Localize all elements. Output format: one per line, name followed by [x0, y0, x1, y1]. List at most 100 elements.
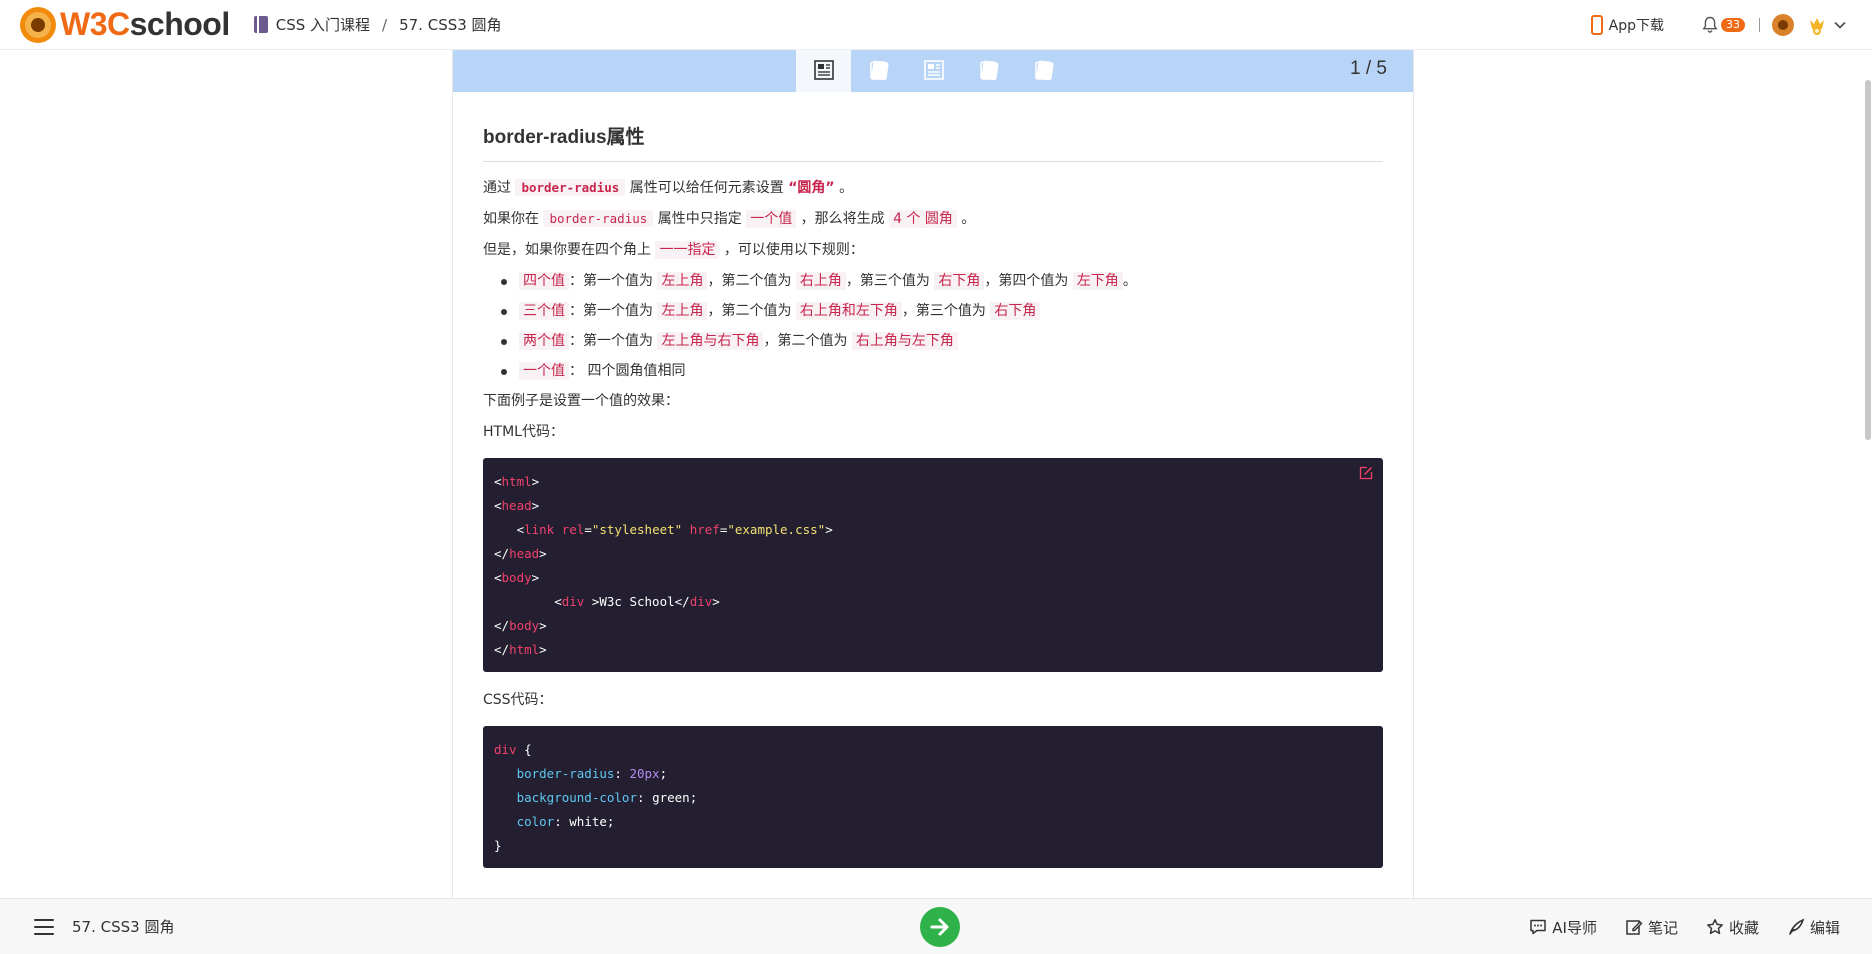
highlight-text: 左下角 — [1072, 272, 1123, 290]
quiz-card-icon: ? — [979, 60, 998, 81]
code-line: } — [494, 838, 502, 853]
highlight-text: 一个值 — [519, 362, 569, 380]
code-attr: href — [689, 522, 720, 537]
step-tab-5-quiz[interactable]: ? — [1016, 48, 1071, 92]
code-line: background-color: green; — [516, 790, 698, 805]
favorite-label: 收藏 — [1728, 918, 1759, 937]
text: ，第二个值为 — [707, 303, 792, 319]
code-line: </head> — [494, 546, 547, 561]
scrollbar-thumb[interactable] — [1865, 80, 1871, 440]
notifications-button[interactable]: 33 — [1702, 16, 1745, 34]
svg-text:?: ? — [875, 67, 880, 78]
breadcrumb-lesson: 57. CSS3 圆角 — [399, 16, 502, 34]
code-tag: link — [524, 522, 555, 537]
list-item: 四个值 ：第一个值为 左上角 ，第二个值为 右上角 ，第三个值为 右下角 ，第四个值为 … — [497, 271, 1383, 291]
code-tag: body — [509, 618, 540, 633]
inline-code: border-radius — [515, 179, 626, 196]
lesson-panel: ? ? ? 1 / 5 border-radius属性 通过 border-ra… — [452, 48, 1414, 908]
code-line: <body> — [494, 570, 540, 585]
text: 属性中只指定 — [657, 211, 742, 227]
paragraph-single-value: 如果你在 border-radius 属性中只指定 一个值 ，那么将生成 4 个… — [483, 209, 1383, 229]
logo-text: W3Cschool — [60, 6, 230, 42]
edit-button[interactable]: 编辑 — [1787, 917, 1840, 938]
breadcrumb: CSS 入门课程 / 57. CSS3 圆角 — [253, 14, 502, 35]
svg-text:?: ? — [1040, 67, 1045, 78]
top-navigation-bar: W3Cschool CSS 入门课程 / 57. CSS3 圆角 App下载 3… — [0, 0, 1872, 50]
code-property: border-radius — [516, 766, 615, 781]
ai-tutor-button[interactable]: AI导师 — [1529, 917, 1597, 938]
text: 但是，如果你要在四个角上 — [483, 242, 651, 258]
notes-button[interactable]: 笔记 — [1625, 917, 1678, 938]
quiz-card-icon: ? — [869, 60, 888, 81]
article-icon — [923, 60, 944, 80]
note-edit-icon — [1626, 920, 1643, 935]
step-progress: 1 / 5 — [1350, 58, 1387, 79]
vip-crown-icon[interactable] — [1808, 14, 1826, 36]
edit-label: 编辑 — [1809, 918, 1840, 937]
code-value: green — [652, 790, 690, 805]
page-scrollbar[interactable] — [1864, 80, 1872, 440]
text: ，第三个值为 — [901, 303, 986, 319]
article-icon — [813, 60, 834, 80]
code-line: <link rel="stylesheet" href="example.css… — [494, 522, 833, 537]
star-icon — [1707, 919, 1723, 935]
highlight-text: 右上角 — [795, 272, 846, 290]
lesson-title: border-radius属性 — [483, 122, 1383, 162]
code-tag: html — [509, 642, 540, 657]
list-item: 一个值： 四个圆角值相同 — [497, 361, 1383, 381]
menu-icon[interactable] — [34, 918, 54, 935]
step-tab-3-article[interactable] — [906, 48, 961, 92]
app-download-link[interactable]: App下载 — [1590, 15, 1664, 35]
text: 通过 — [483, 180, 511, 196]
step-tab-2-quiz[interactable]: ? — [851, 48, 906, 92]
edit-code-icon[interactable] — [1359, 466, 1373, 480]
highlight-text: 一个值 — [746, 210, 797, 228]
code-tag: div — [689, 594, 713, 609]
text: 如果你在 — [483, 211, 539, 227]
code-tag: div — [561, 594, 585, 609]
next-step-button[interactable] — [920, 907, 960, 947]
code-tag: html — [501, 474, 532, 489]
avatar[interactable] — [1772, 14, 1794, 36]
favorite-button[interactable]: 收藏 — [1706, 917, 1759, 938]
header-divider — [1759, 18, 1760, 32]
example-intro: 下面例子是设置一个值的效果： — [483, 393, 679, 409]
text: ，第三个值为 — [845, 273, 930, 289]
highlight-text: 左上角 — [657, 302, 708, 320]
chat-icon — [1530, 919, 1547, 935]
text: ，可以使用以下规则： — [723, 242, 864, 258]
book-icon — [253, 16, 268, 33]
highlight-text: 三个值 — [519, 302, 569, 320]
breadcrumb-course[interactable]: CSS 入门课程 — [276, 14, 370, 35]
text: ： 四个圆角值相同 — [569, 363, 686, 379]
step-tab-1-article[interactable] — [796, 48, 851, 92]
highlight-text: 两个值 — [519, 332, 569, 350]
lesson-step-bar: ? ? ? 1 / 5 — [453, 48, 1413, 92]
highlight-text: 右上角和左下角 — [795, 302, 902, 320]
bell-icon — [1702, 16, 1718, 34]
text: ，第二个值为 — [707, 273, 792, 289]
code-value: white — [569, 814, 607, 829]
site-logo[interactable]: W3Cschool — [20, 0, 230, 50]
ai-tutor-label: AI导师 — [1552, 918, 1597, 937]
code-attr: rel — [561, 522, 585, 537]
highlight-text: “圆角” — [788, 180, 835, 196]
list-item: 三个值 ：第一个值为 左上角 ，第二个值为 右上角和左下角 ，第三个值为 右下角 — [497, 301, 1383, 321]
step-tab-4-quiz[interactable]: ? — [961, 48, 1016, 92]
chevron-down-icon[interactable] — [1832, 17, 1848, 33]
code-property: color — [516, 814, 555, 829]
html-code-label: HTML代码： — [483, 424, 564, 440]
paragraph-intro: 通过 border-radius 属性可以给任何元素设置 “圆角” 。 — [483, 178, 1383, 198]
code-line: color: white; — [516, 814, 615, 829]
code-selector: div — [494, 742, 517, 757]
code-property: background-color — [516, 790, 637, 805]
text: 。 — [961, 211, 976, 227]
bottom-toolbar: 57. CSS3 圆角 AI导师 笔记 收藏 编辑 — [0, 898, 1872, 954]
code-line: </body> — [494, 618, 547, 633]
highlight-text: 四个值 — [519, 272, 569, 290]
text: ：第一个值为 — [569, 333, 653, 349]
code-string: "stylesheet" — [591, 522, 683, 537]
rules-list: 四个值 ：第一个值为 左上角 ，第二个值为 右上角 ，第三个值为 右下角 ，第四个值为 … — [497, 271, 1383, 381]
text: 属性可以给任何元素设置 — [629, 180, 784, 196]
notes-label: 笔记 — [1647, 918, 1678, 937]
